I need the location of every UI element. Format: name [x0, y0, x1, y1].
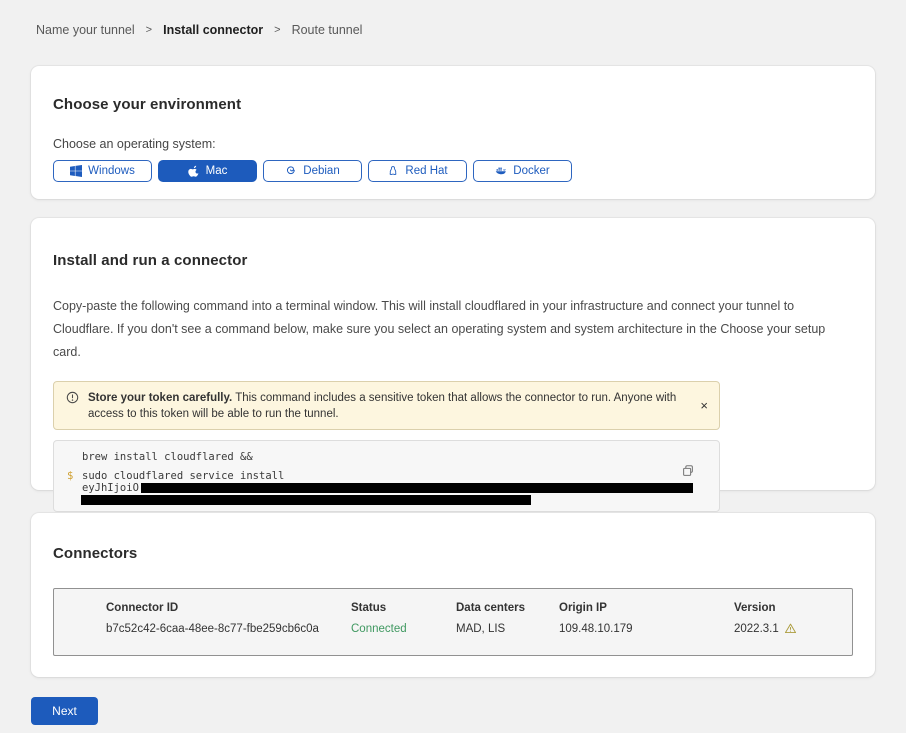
install-description: Copy-paste the following command into a … [53, 295, 853, 364]
breadcrumb: Name your tunnel > Install connector > R… [36, 23, 362, 37]
code-line-brew: brew install cloudflared && [82, 451, 719, 463]
docker-icon [495, 165, 507, 177]
redacted-token-bar [141, 483, 693, 493]
token-warning-banner: Store your token carefully. This command… [53, 381, 720, 430]
next-button[interactable]: Next [31, 697, 98, 725]
windows-icon [70, 165, 82, 177]
install-command-codeblock: brew install cloudflared && $ sudo cloud… [53, 440, 720, 512]
col-status: Status [351, 602, 456, 614]
col-data-centers: Data centers [456, 602, 559, 614]
breadcrumb-route-tunnel[interactable]: Route tunnel [292, 23, 363, 37]
install-card-title: Install and run a connector [53, 252, 853, 269]
debian-icon [285, 165, 297, 177]
breadcrumb-separator: > [274, 24, 280, 36]
col-origin-ip: Origin IP [559, 602, 734, 614]
breadcrumb-separator: > [146, 24, 152, 36]
apple-icon [188, 165, 200, 177]
code-command-group: $ sudo cloudflared service install eyJhI… [82, 471, 719, 506]
col-version: Version [734, 602, 852, 614]
environment-card: Choose your environment Choose an operat… [31, 66, 875, 199]
redhat-linux-icon [387, 165, 399, 177]
version-value: 2022.3.1 [734, 622, 852, 635]
code-line-token: eyJhIjoiO [82, 483, 719, 495]
connectors-table: Connector ID Status Data centers Origin … [53, 588, 853, 656]
alert-circle-icon [66, 391, 79, 404]
os-select-label: Choose an operating system: [53, 137, 853, 151]
os-button-debian[interactable]: Debian [263, 160, 362, 182]
col-connector-id: Connector ID [106, 602, 351, 614]
warning-text: Store your token carefully. This command… [88, 390, 685, 422]
os-button-label: Windows [88, 165, 135, 177]
bottom-strip [0, 733, 906, 740]
warning-text-bold: Store your token carefully. [88, 392, 232, 404]
connectors-table-header: Connector ID Status Data centers Origin … [106, 602, 852, 614]
warning-triangle-icon [784, 622, 797, 635]
data-centers-value: MAD, LIS [456, 623, 559, 635]
os-button-label: Debian [303, 165, 339, 177]
token-prefix: eyJhIjoiO [82, 483, 139, 495]
os-button-label: Docker [513, 165, 549, 177]
breadcrumb-name-your-tunnel[interactable]: Name your tunnel [36, 23, 135, 37]
status-badge: Connected [351, 623, 456, 635]
redacted-token-bar [81, 495, 531, 505]
os-button-label: Mac [206, 165, 228, 177]
origin-ip-value: 109.48.10.179 [559, 623, 734, 635]
connectors-card-title: Connectors [53, 545, 853, 562]
os-button-windows[interactable]: Windows [53, 160, 152, 182]
close-icon[interactable]: × [700, 398, 708, 411]
shell-prompt: $ [67, 471, 73, 483]
version-number: 2022.3.1 [734, 623, 779, 635]
os-button-redhat[interactable]: Red Hat [368, 160, 467, 182]
os-button-docker[interactable]: Docker [473, 160, 572, 182]
os-button-label: Red Hat [405, 165, 447, 177]
breadcrumb-install-connector[interactable]: Install connector [163, 23, 263, 37]
table-row: b7c52c42-6caa-48ee-8c77-fbe259cb6c0a Con… [106, 622, 852, 635]
os-button-group: Windows Mac Debian Red Hat Docker [53, 160, 853, 182]
code-line-token-continued [82, 494, 719, 506]
connectors-card: Connectors Connector ID Status Data cent… [31, 513, 875, 677]
code-line-service-install: sudo cloudflared service install [82, 471, 719, 483]
connector-id-value: b7c52c42-6caa-48ee-8c77-fbe259cb6c0a [106, 623, 351, 635]
copy-icon[interactable] [681, 464, 695, 478]
install-connector-card: Install and run a connector Copy-paste t… [31, 218, 875, 490]
environment-card-title: Choose your environment [53, 96, 853, 113]
os-button-mac[interactable]: Mac [158, 160, 257, 182]
